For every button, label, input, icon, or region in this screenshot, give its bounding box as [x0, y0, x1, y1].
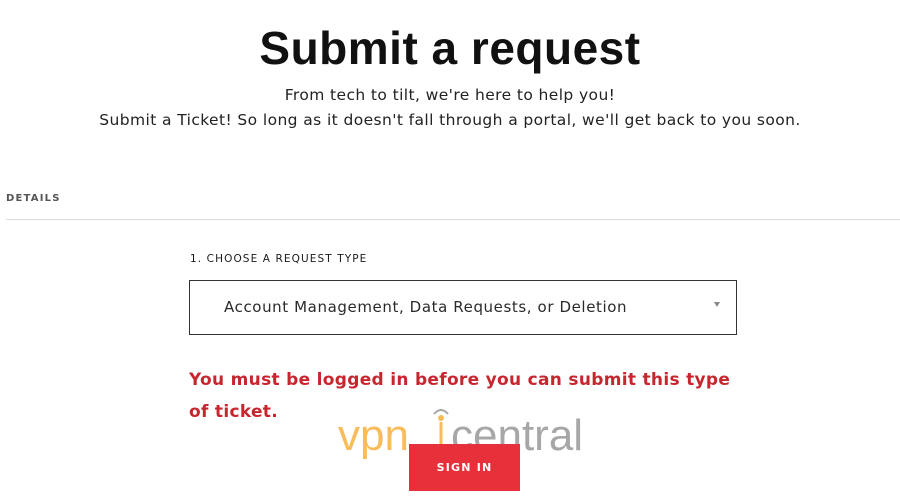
- page-subtitle-line1: From tech to tilt, we're here to help yo…: [284, 86, 616, 104]
- caret-down-icon: [714, 302, 720, 307]
- page-subtitle-line2: Submit a Ticket! So long as it doesn't f…: [99, 111, 801, 129]
- details-section-label: DETAILS: [6, 193, 61, 204]
- sign-in-button[interactable]: SIGN IN: [409, 444, 520, 491]
- section-divider: [6, 219, 900, 220]
- request-type-selected-value: Account Management, Data Requests, or De…: [224, 298, 628, 316]
- error-message-line1: You must be logged in before you can sub…: [189, 370, 731, 390]
- login-required-error: You must be logged in before you can sub…: [189, 364, 749, 428]
- request-type-select[interactable]: Account Management, Data Requests, or De…: [189, 280, 737, 335]
- request-type-label: 1. CHOOSE A REQUEST TYPE: [190, 253, 368, 265]
- error-message-line2: of ticket.: [189, 402, 278, 422]
- page-title: Submit a request: [259, 22, 641, 74]
